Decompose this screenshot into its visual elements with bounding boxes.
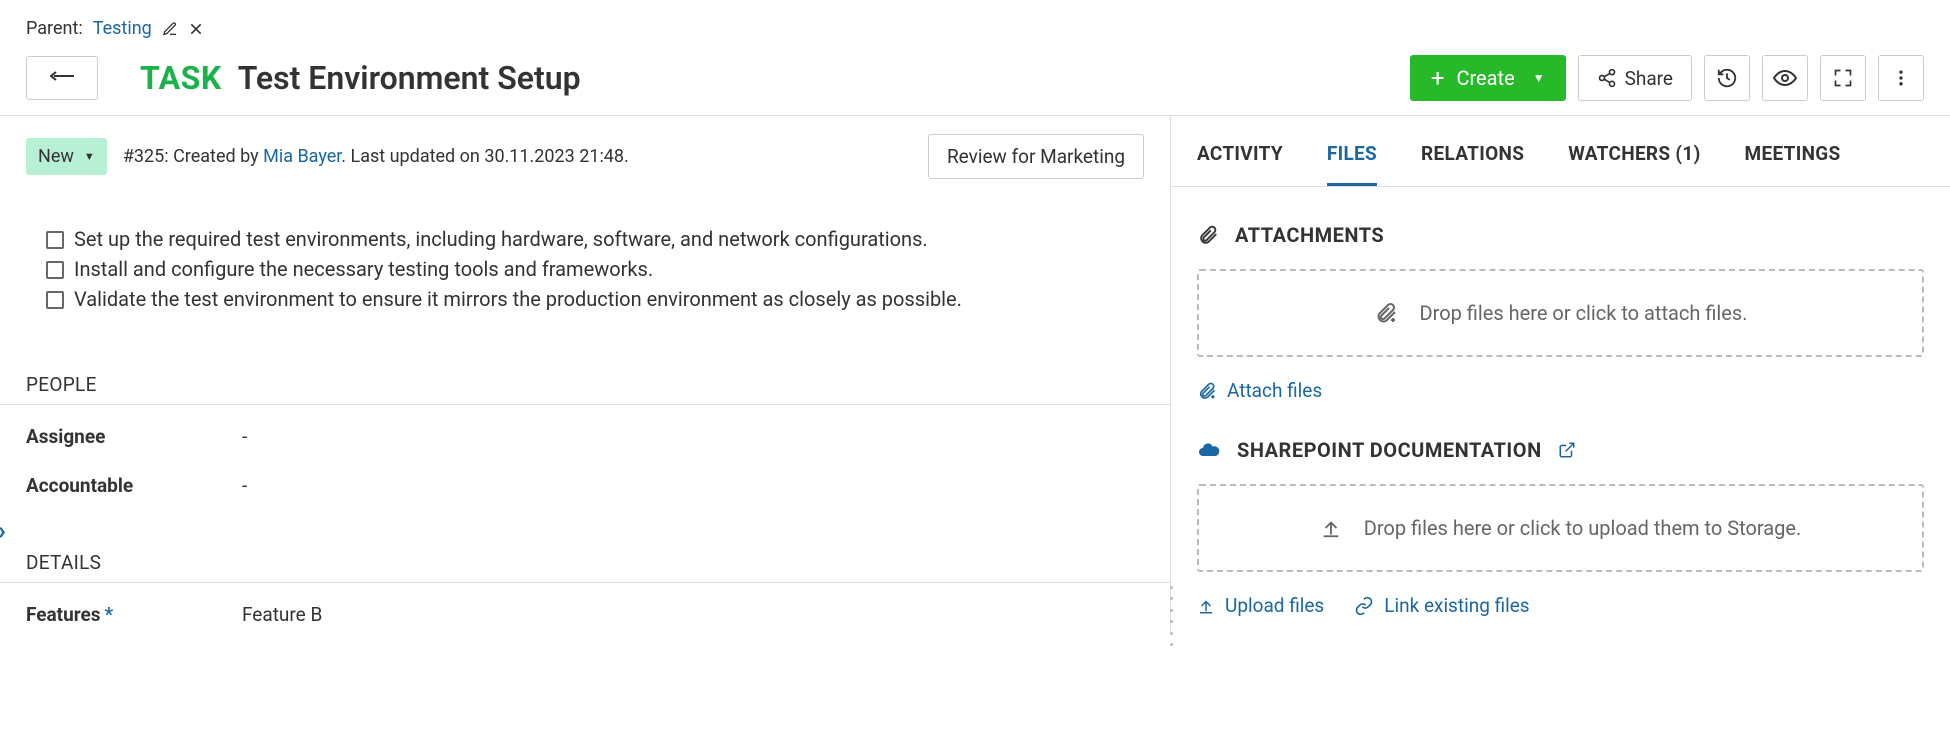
sharepoint-heading-text: SHAREPOINT DOCUMENTATION	[1237, 438, 1542, 462]
create-label: Create	[1456, 66, 1514, 90]
dropzone-text: Drop files here or click to upload them …	[1364, 516, 1802, 540]
sharepoint-heading: SHAREPOINT DOCUMENTATION	[1197, 438, 1924, 462]
close-icon[interactable]	[188, 21, 204, 37]
expand-icon	[1833, 68, 1853, 88]
edit-icon[interactable]	[162, 21, 178, 37]
more-button[interactable]	[1878, 55, 1924, 101]
tabs: ACTIVITY FILES RELATIONS WATCHERS (1) ME…	[1171, 116, 1950, 187]
features-field[interactable]: Features* Feature B	[0, 583, 1170, 632]
breadcrumb: Parent: Testing	[0, 0, 1950, 47]
fullscreen-button[interactable]	[1820, 55, 1866, 101]
checkbox-icon[interactable]	[46, 261, 64, 279]
upload-link-text: Upload files	[1225, 594, 1324, 617]
checklist-item[interactable]: Validate the test environment to ensure …	[46, 287, 1144, 311]
link-existing-files-link[interactable]: Link existing files	[1354, 594, 1529, 617]
review-label: Review for Marketing	[947, 145, 1125, 168]
attachments-heading-text: ATTACHMENTS	[1235, 223, 1384, 247]
upload-files-link[interactable]: Upload files	[1197, 594, 1324, 617]
assignee-label: Assignee	[26, 425, 242, 448]
description: Set up the required test environments, i…	[0, 179, 1170, 325]
assignee-value: -	[242, 425, 247, 448]
dropzone-text: Drop files here or click to attach files…	[1420, 301, 1748, 325]
checklist-text: Set up the required test environments, i…	[74, 227, 928, 251]
review-button[interactable]: Review for Marketing	[928, 134, 1144, 179]
share-label: Share	[1625, 67, 1673, 90]
plus-icon: +	[1431, 66, 1445, 90]
cloud-icon	[1197, 438, 1221, 462]
expand-sidebar-chevron[interactable]: ›	[0, 516, 6, 546]
attach-icon	[1374, 301, 1398, 325]
checklist-item[interactable]: Set up the required test environments, i…	[46, 227, 1144, 251]
header: TASK Test Environment Setup + Create ▼ S…	[0, 47, 1950, 115]
chevron-down-icon: ▼	[84, 150, 95, 163]
author-link[interactable]: Mia Bayer	[263, 146, 341, 167]
status-value: New	[38, 146, 74, 167]
external-link-icon[interactable]	[1558, 441, 1576, 459]
status-dropdown[interactable]: New ▼	[26, 138, 107, 175]
share-button[interactable]: Share	[1578, 55, 1692, 101]
attach-link-text: Attach files	[1227, 379, 1322, 402]
watch-button[interactable]	[1762, 55, 1808, 101]
create-button[interactable]: + Create ▼	[1410, 55, 1566, 101]
upload-icon	[1197, 597, 1215, 615]
more-vertical-icon	[1891, 68, 1911, 88]
page-title[interactable]: Test Environment Setup	[238, 59, 581, 97]
assignee-field[interactable]: Assignee -	[0, 405, 1170, 454]
link-icon	[1354, 596, 1374, 616]
chevron-down-icon: ▼	[1533, 71, 1545, 85]
tab-files[interactable]: FILES	[1327, 142, 1377, 186]
type-label: TASK	[140, 59, 222, 97]
checkbox-icon[interactable]	[46, 291, 64, 309]
breadcrumb-parent-link[interactable]: Testing	[93, 18, 152, 39]
tab-meetings[interactable]: MEETINGS	[1745, 142, 1841, 186]
sharepoint-dropzone[interactable]: Drop files here or click to upload them …	[1197, 484, 1924, 572]
upload-icon	[1320, 517, 1342, 539]
accountable-field[interactable]: Accountable -	[0, 454, 1170, 503]
checklist-text: Validate the test environment to ensure …	[74, 287, 962, 311]
history-icon	[1716, 67, 1738, 89]
meta-prefix: #325: Created by	[123, 146, 263, 167]
attach-files-link[interactable]: Attach files	[1197, 379, 1322, 402]
features-value: Feature B	[242, 603, 322, 626]
attachments-dropzone[interactable]: Drop files here or click to attach files…	[1197, 269, 1924, 357]
link-existing-text: Link existing files	[1384, 594, 1529, 617]
accountable-value: -	[242, 474, 247, 497]
history-button[interactable]	[1704, 55, 1750, 101]
column-resize-handle[interactable]	[1168, 586, 1174, 646]
share-icon	[1597, 68, 1617, 88]
attachments-heading: ATTACHMENTS	[1197, 223, 1924, 247]
back-button[interactable]	[26, 56, 98, 100]
tab-activity[interactable]: ACTIVITY	[1197, 142, 1283, 186]
breadcrumb-label: Parent:	[26, 18, 83, 39]
tab-watchers[interactable]: WATCHERS (1)	[1568, 142, 1700, 186]
checkbox-icon[interactable]	[46, 231, 64, 249]
tab-relations[interactable]: RELATIONS	[1421, 142, 1524, 186]
accountable-label: Accountable	[26, 474, 242, 497]
checklist-text: Install and configure the necessary test…	[74, 257, 653, 281]
eye-icon	[1773, 66, 1797, 90]
features-label: Features*	[26, 603, 242, 626]
meta-text: #325: Created by Mia Bayer. Last updated…	[123, 146, 629, 167]
meta-suffix: . Last updated on 30.11.2023 21:48.	[341, 146, 629, 167]
people-heading: PEOPLE	[0, 373, 1170, 405]
checklist-item[interactable]: Install and configure the necessary test…	[46, 257, 1144, 281]
details-heading: DETAILS	[0, 551, 1170, 583]
attach-icon	[1197, 381, 1217, 401]
paperclip-icon	[1197, 224, 1219, 246]
